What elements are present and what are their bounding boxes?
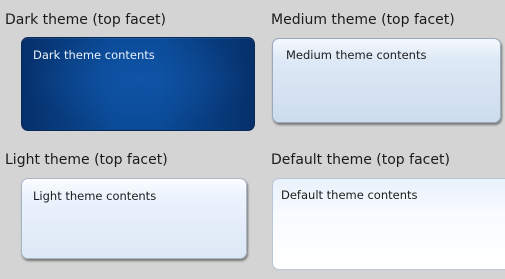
dark-theme-label: Dark theme (top facet) bbox=[5, 12, 166, 28]
light-theme-panel: Light theme contents bbox=[21, 178, 247, 259]
default-theme-contents: Default theme contents bbox=[281, 188, 418, 202]
medium-theme-label: Medium theme (top facet) bbox=[271, 12, 455, 28]
default-theme-label: Default theme (top facet) bbox=[271, 152, 450, 168]
default-theme-panel: Default theme contents bbox=[272, 178, 505, 270]
light-theme-label: Light theme (top facet) bbox=[5, 152, 168, 168]
dark-theme-panel: Dark theme contents bbox=[21, 37, 255, 131]
medium-theme-panel: Medium theme contents bbox=[272, 38, 501, 123]
dark-theme-contents: Dark theme contents bbox=[33, 48, 155, 62]
light-theme-contents: Light theme contents bbox=[33, 189, 157, 203]
medium-theme-contents: Medium theme contents bbox=[286, 48, 427, 62]
